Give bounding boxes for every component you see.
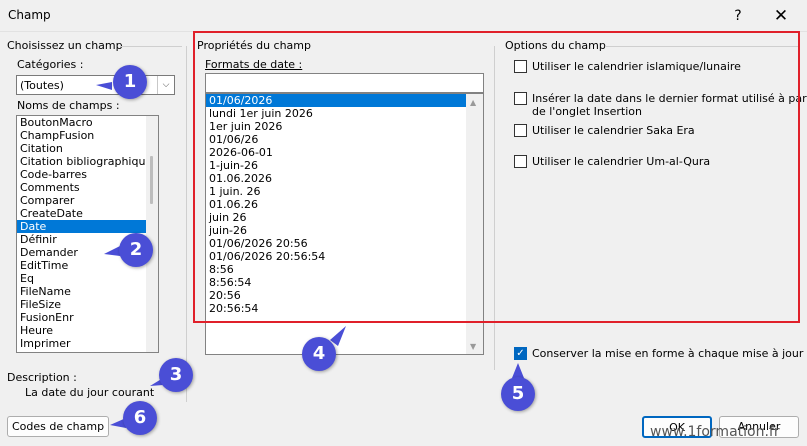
watermark: www.1formation.fr	[650, 424, 780, 440]
badge-2-pointer	[104, 246, 120, 256]
callout-badge-6: 6	[123, 401, 157, 435]
badge-5-pointer	[512, 363, 524, 378]
callout-badge-5: 5	[501, 377, 535, 411]
badge-1-pointer	[96, 82, 112, 90]
callout-badge-4: 4	[302, 337, 336, 371]
callout-badge-3: 3	[159, 358, 193, 392]
callout-badge-1: 1	[113, 65, 147, 99]
callout-badge-2: 2	[119, 233, 153, 267]
